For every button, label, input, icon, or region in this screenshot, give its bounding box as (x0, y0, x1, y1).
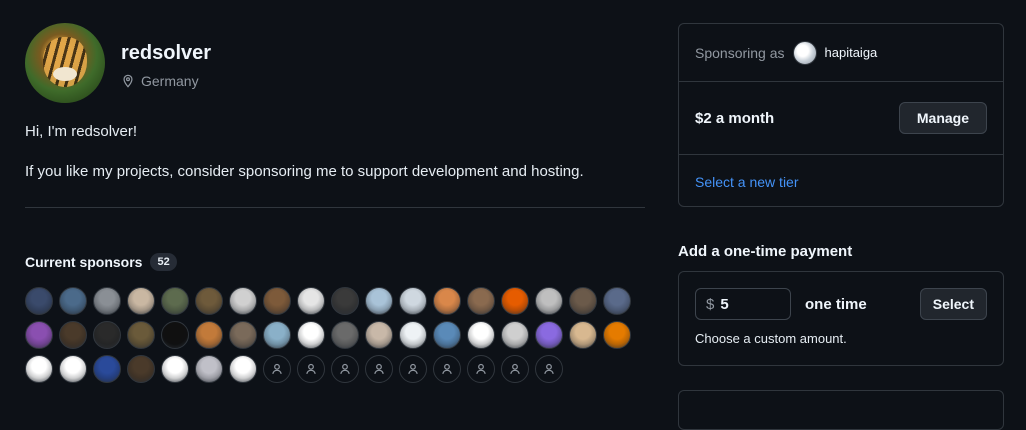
profile-location: Germany (121, 73, 199, 89)
sponsor-avatar[interactable] (127, 321, 155, 349)
sponsor-avatar[interactable] (501, 287, 529, 315)
sponsor-avatar[interactable] (399, 321, 427, 349)
sponsor-avatar[interactable] (229, 321, 257, 349)
sponsor-avatar[interactable] (365, 287, 393, 315)
sponsor-account-avatar[interactable] (792, 40, 817, 65)
sponsor-placeholder[interactable] (501, 355, 529, 383)
sponsor-placeholder[interactable] (263, 355, 291, 383)
amount-value[interactable]: 5 (720, 296, 728, 313)
sponsor-avatar[interactable] (25, 321, 53, 349)
sponsor-avatar[interactable] (263, 321, 291, 349)
new-tier-row: Select a new tier (679, 155, 1003, 208)
sponsor-placeholder[interactable] (331, 355, 359, 383)
person-icon (408, 363, 418, 374)
sponsor-avatar[interactable] (93, 287, 121, 315)
sponsor-avatar[interactable] (59, 355, 87, 383)
divider (25, 207, 645, 208)
person-icon (374, 363, 384, 374)
sponsoring-as-row: Sponsoring as hapitaiga (679, 24, 1003, 82)
profile-avatar[interactable] (25, 23, 105, 103)
amount-input[interactable]: $ 5 (695, 288, 791, 320)
sponsor-placeholder[interactable] (535, 355, 563, 383)
person-icon (544, 363, 554, 374)
sponsor-avatar[interactable] (161, 355, 189, 383)
sponsor-avatar[interactable] (433, 321, 461, 349)
sponsor-avatar[interactable] (195, 355, 223, 383)
sponsor-avatar[interactable] (25, 287, 53, 315)
tier-row: $2 a month Manage (679, 82, 1003, 155)
sponsor-avatar[interactable] (535, 287, 563, 315)
sponsor-placeholder[interactable] (467, 355, 495, 383)
one-time-label: one time (805, 296, 867, 313)
sponsor-avatar[interactable] (297, 321, 325, 349)
sponsor-avatar[interactable] (229, 287, 257, 315)
sponsor-avatar[interactable] (569, 287, 597, 315)
sponsor-avatar[interactable] (59, 287, 87, 315)
sponsor-avatar[interactable] (127, 287, 155, 315)
sponsor-avatar[interactable] (263, 287, 291, 315)
sponsor-avatar[interactable] (467, 287, 495, 315)
sponsor-avatar[interactable] (127, 355, 155, 383)
person-icon (442, 363, 452, 374)
sponsor-avatar[interactable] (501, 321, 529, 349)
person-icon (272, 363, 282, 374)
bio-line-1: Hi, I'm redsolver! (25, 123, 138, 140)
custom-amount-note: Choose a custom amount. (695, 331, 847, 346)
sponsor-placeholder[interactable] (297, 355, 325, 383)
sponsor-avatar[interactable] (433, 287, 461, 315)
one-time-payment-card: $ 5 one time Select Choose a custom amou… (678, 271, 1004, 366)
sponsoring-card: Sponsoring as hapitaiga $2 a month Manag… (678, 23, 1004, 207)
sponsor-avatar[interactable] (399, 287, 427, 315)
sponsor-avatar[interactable] (467, 321, 495, 349)
one-time-payment-title: Add a one-time payment (678, 243, 853, 260)
select-new-tier-link[interactable]: Select a new tier (695, 174, 799, 190)
location-pin-icon (123, 74, 133, 88)
person-icon (306, 363, 316, 374)
manage-button[interactable]: Manage (898, 102, 987, 134)
sponsor-avatar[interactable] (229, 355, 257, 383)
sponsor-account-name[interactable]: hapitaiga (825, 45, 878, 60)
sponsor-avatar[interactable] (535, 321, 563, 349)
sponsor-avatar[interactable] (195, 321, 223, 349)
sponsor-avatar[interactable] (93, 355, 121, 383)
person-icon (510, 363, 520, 374)
sponsor-avatar[interactable] (161, 287, 189, 315)
person-icon (340, 363, 350, 374)
sponsor-placeholder[interactable] (399, 355, 427, 383)
tier-price: $2 a month (695, 109, 775, 127)
sponsor-placeholder[interactable] (433, 355, 461, 383)
bio-line-2: If you like my projects, consider sponso… (25, 163, 584, 180)
sponsor-avatar[interactable] (161, 321, 189, 349)
sponsor-placeholder[interactable] (365, 355, 393, 383)
sponsor-avatar[interactable] (569, 321, 597, 349)
sponsor-avatar[interactable] (93, 321, 121, 349)
current-sponsors-title: Current sponsors (25, 254, 143, 270)
currency-symbol: $ (706, 295, 715, 313)
sponsoring-as-label: Sponsoring as (695, 44, 785, 61)
next-card (678, 390, 1004, 430)
profile-username[interactable]: redsolver (121, 42, 211, 65)
sponsor-avatar[interactable] (603, 287, 631, 315)
sponsor-avatar[interactable] (603, 321, 631, 349)
sponsor-avatar[interactable] (331, 287, 359, 315)
location-label: Germany (141, 73, 199, 89)
sponsor-avatar[interactable] (195, 287, 223, 315)
sponsor-avatar[interactable] (297, 287, 325, 315)
sponsor-avatar[interactable] (365, 321, 393, 349)
person-icon (476, 363, 486, 374)
sponsor-count-badge: 52 (150, 253, 177, 271)
current-sponsors-heading: Current sponsors 52 (25, 253, 177, 271)
sponsor-avatar[interactable] (331, 321, 359, 349)
sponsor-avatar[interactable] (25, 355, 53, 383)
select-button[interactable]: Select (919, 288, 987, 320)
sponsor-avatar[interactable] (59, 321, 87, 349)
